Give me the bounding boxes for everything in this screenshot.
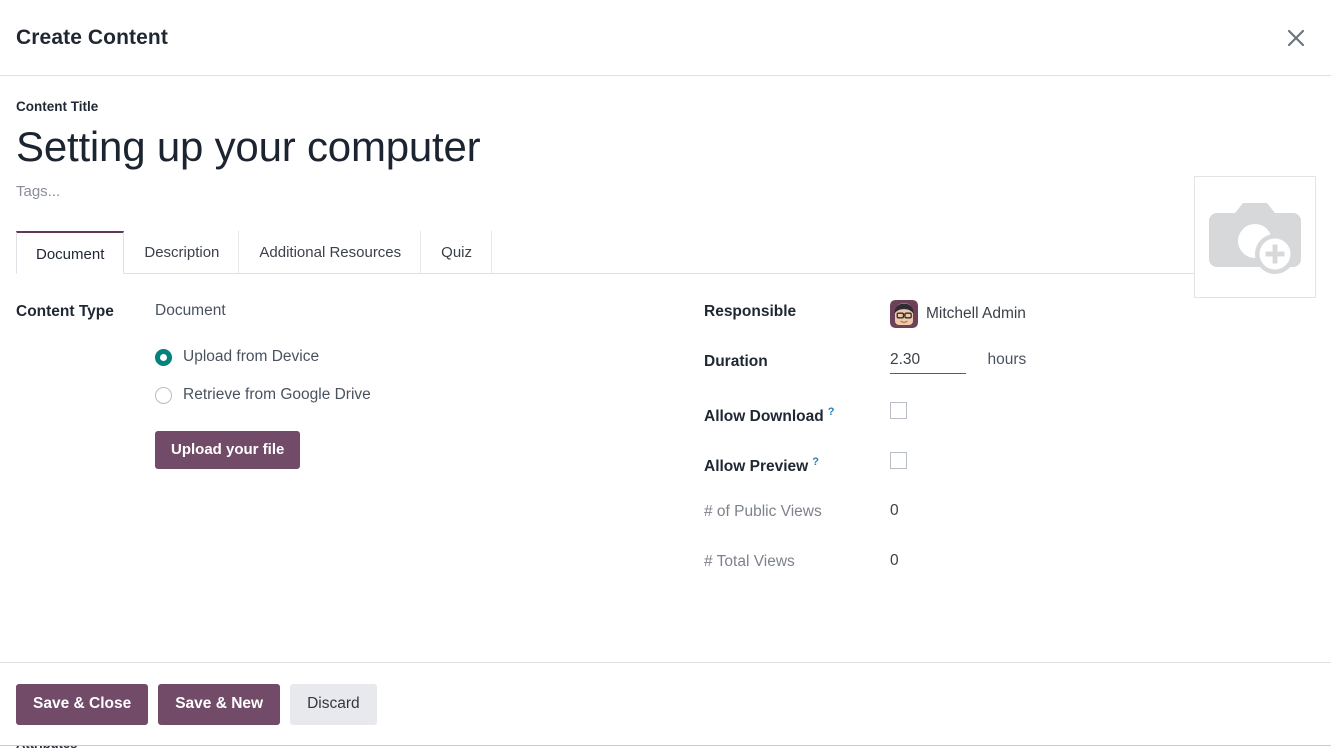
- discard-button[interactable]: Discard: [290, 684, 377, 725]
- content-type-label: Content Type: [16, 303, 114, 320]
- tab-quiz[interactable]: Quiz: [421, 230, 492, 273]
- allow-download-label: Allow Download?: [704, 400, 890, 428]
- upload-your-file-button[interactable]: Upload your file: [155, 431, 301, 469]
- form-column-left: Content Type Document Upload from Device…: [16, 300, 688, 600]
- duration-row: Duration hours: [704, 350, 1315, 400]
- duration-unit-label: hours: [987, 351, 1027, 368]
- avatar-glyph: [890, 300, 918, 328]
- total-views-value: 0: [890, 552, 899, 569]
- responsible-value[interactable]: Mitchell Admin: [890, 300, 1026, 328]
- background-page-clipped-text: Attributes: [0, 745, 1331, 750]
- save-and-new-button[interactable]: Save & New: [158, 684, 281, 725]
- content-title-label: Content Title: [16, 99, 99, 114]
- radio-retrieve-from-google-drive[interactable]: Retrieve from Google Drive: [155, 386, 371, 404]
- allow-preview-row: Allow Preview?: [704, 450, 1315, 500]
- radio-retrieve-from-google-drive-label: Retrieve from Google Drive: [183, 386, 371, 403]
- total-views-label: # Total Views: [704, 553, 795, 570]
- camera-add-icon[interactable]: [1194, 176, 1316, 298]
- close-icon[interactable]: [1279, 21, 1313, 55]
- allow-download-row: Allow Download?: [704, 400, 1315, 450]
- content-type-group: Document Upload from Device Retrieve fro…: [155, 300, 371, 469]
- allow-download-label-text: Allow Download: [704, 408, 824, 426]
- radio-selected-icon: [155, 348, 172, 366]
- radio-upload-from-device-label: Upload from Device: [183, 348, 320, 365]
- responsible-name: Mitchell Admin: [926, 305, 1026, 322]
- help-icon-allow-download[interactable]: ?: [828, 406, 835, 418]
- allow-preview-label-text: Allow Preview: [704, 458, 809, 476]
- dialog-header: Create Content: [0, 0, 1331, 76]
- content-title-input[interactable]: Setting up your computer: [16, 118, 1135, 176]
- save-and-close-button[interactable]: Save & Close: [16, 684, 149, 725]
- form-column-right: Responsible Mitchell Admin Duration 2.30…: [688, 300, 1315, 600]
- background-clipped-label: Attributes: [16, 746, 1331, 750]
- help-icon-allow-preview[interactable]: ?: [812, 456, 819, 468]
- public-views-row: # of Public Views 0: [704, 500, 1315, 550]
- radio-upload-from-device[interactable]: Upload from Device: [155, 348, 371, 366]
- duration-input[interactable]: [890, 350, 966, 374]
- responsible-label: Responsible: [704, 303, 797, 320]
- allow-preview-checkbox[interactable]: [890, 452, 907, 469]
- content-type-value: Document: [155, 302, 226, 319]
- close-glyph: [1287, 29, 1305, 46]
- radio-unselected-icon: [155, 386, 172, 404]
- tags-input[interactable]: Tags...: [16, 182, 1135, 202]
- tab-document[interactable]: Document: [16, 231, 125, 274]
- public-views-label: # of Public Views: [704, 503, 822, 520]
- avatar: [890, 300, 918, 328]
- total-views-row: # Total Views 0: [704, 550, 1315, 600]
- tab-bar: Document Description Additional Resource…: [16, 230, 1315, 274]
- duration-value-group: hours: [890, 350, 1026, 374]
- tab-description[interactable]: Description: [124, 230, 240, 273]
- dialog-footer: Save & Close Save & New Discard: [0, 662, 1331, 746]
- public-views-value: 0: [890, 502, 899, 519]
- form-area: Content Type Document Upload from Device…: [16, 274, 1315, 600]
- content-type-row: Content Type Document Upload from Device…: [16, 300, 688, 469]
- camera-add-glyph: [1209, 203, 1301, 274]
- tab-additional-resources[interactable]: Additional Resources: [239, 230, 422, 273]
- responsible-row: Responsible Mitchell Admin: [704, 300, 1315, 350]
- dialog-title: Create Content: [16, 25, 168, 49]
- dialog-body: Content Title Setting up your computer T…: [0, 76, 1331, 662]
- create-content-dialog: Create Content Content Title Setting up …: [0, 0, 1331, 746]
- allow-download-checkbox[interactable]: [890, 402, 907, 419]
- allow-preview-label: Allow Preview?: [704, 450, 890, 478]
- duration-label: Duration: [704, 353, 768, 370]
- title-block: Content Title Setting up your computer T…: [16, 98, 1316, 298]
